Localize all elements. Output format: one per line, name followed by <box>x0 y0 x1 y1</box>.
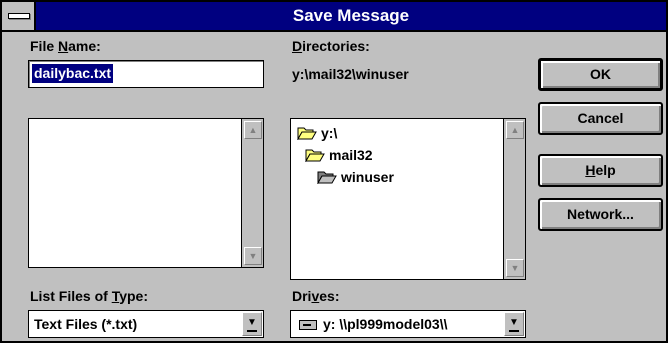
file-name-input[interactable]: dailybac.txt <box>28 60 264 88</box>
drives-label: Drives: <box>292 288 340 304</box>
file-type-label: List Files of Type: <box>30 288 148 304</box>
window-title: Save Message <box>292 6 410 25</box>
scroll-down-icon[interactable]: ▼ <box>506 259 524 277</box>
help-button[interactable]: Help <box>538 154 663 187</box>
directory-tree-scrollbar[interactable]: ▲ ▼ <box>503 119 525 279</box>
open-folder-icon <box>305 149 325 162</box>
system-menu-icon <box>8 13 30 19</box>
scroll-up-icon[interactable]: ▲ <box>244 121 262 139</box>
drives-value: y: \\pl999model03\\ <box>299 316 497 332</box>
file-list-scrollbar[interactable]: ▲ ▼ <box>241 119 263 267</box>
network-drive-icon <box>299 320 317 331</box>
directory-item-root[interactable]: y:\ <box>297 125 337 141</box>
save-message-dialog: Save Message File Name: dailybac.txt ▲ ▼… <box>0 0 668 343</box>
drives-select[interactable]: y: \\pl999model03\\ ▼ <box>290 310 526 338</box>
directory-item-winuser[interactable]: winuser <box>317 169 394 185</box>
file-list[interactable]: ▲ ▼ <box>28 118 264 268</box>
file-name-value: dailybac.txt <box>32 64 114 83</box>
directory-tree[interactable]: y:\ mail32 winuser ▲ ▼ <box>290 118 526 280</box>
cancel-button[interactable]: Cancel <box>538 102 663 135</box>
current-directory-path: y:\mail32\winuser <box>292 66 409 82</box>
system-menu-button[interactable] <box>2 2 36 30</box>
directory-item-mail32[interactable]: mail32 <box>305 147 373 163</box>
file-type-value: Text Files (*.txt) <box>34 316 138 332</box>
file-name-label: File Name: <box>30 38 101 54</box>
open-folder-selected-icon <box>317 171 337 184</box>
network-button[interactable]: Network... <box>538 198 663 231</box>
scroll-up-icon[interactable]: ▲ <box>506 121 524 139</box>
ok-button[interactable]: OK <box>538 58 663 91</box>
dropdown-arrow-icon[interactable]: ▼ <box>242 312 262 336</box>
file-type-select[interactable]: Text Files (*.txt) ▼ <box>28 310 264 338</box>
directories-label: Directories: <box>292 38 370 54</box>
scroll-down-icon[interactable]: ▼ <box>244 247 262 265</box>
dropdown-arrow-icon[interactable]: ▼ <box>504 312 524 336</box>
title-bar: Save Message <box>2 2 666 32</box>
open-folder-icon <box>297 127 317 140</box>
